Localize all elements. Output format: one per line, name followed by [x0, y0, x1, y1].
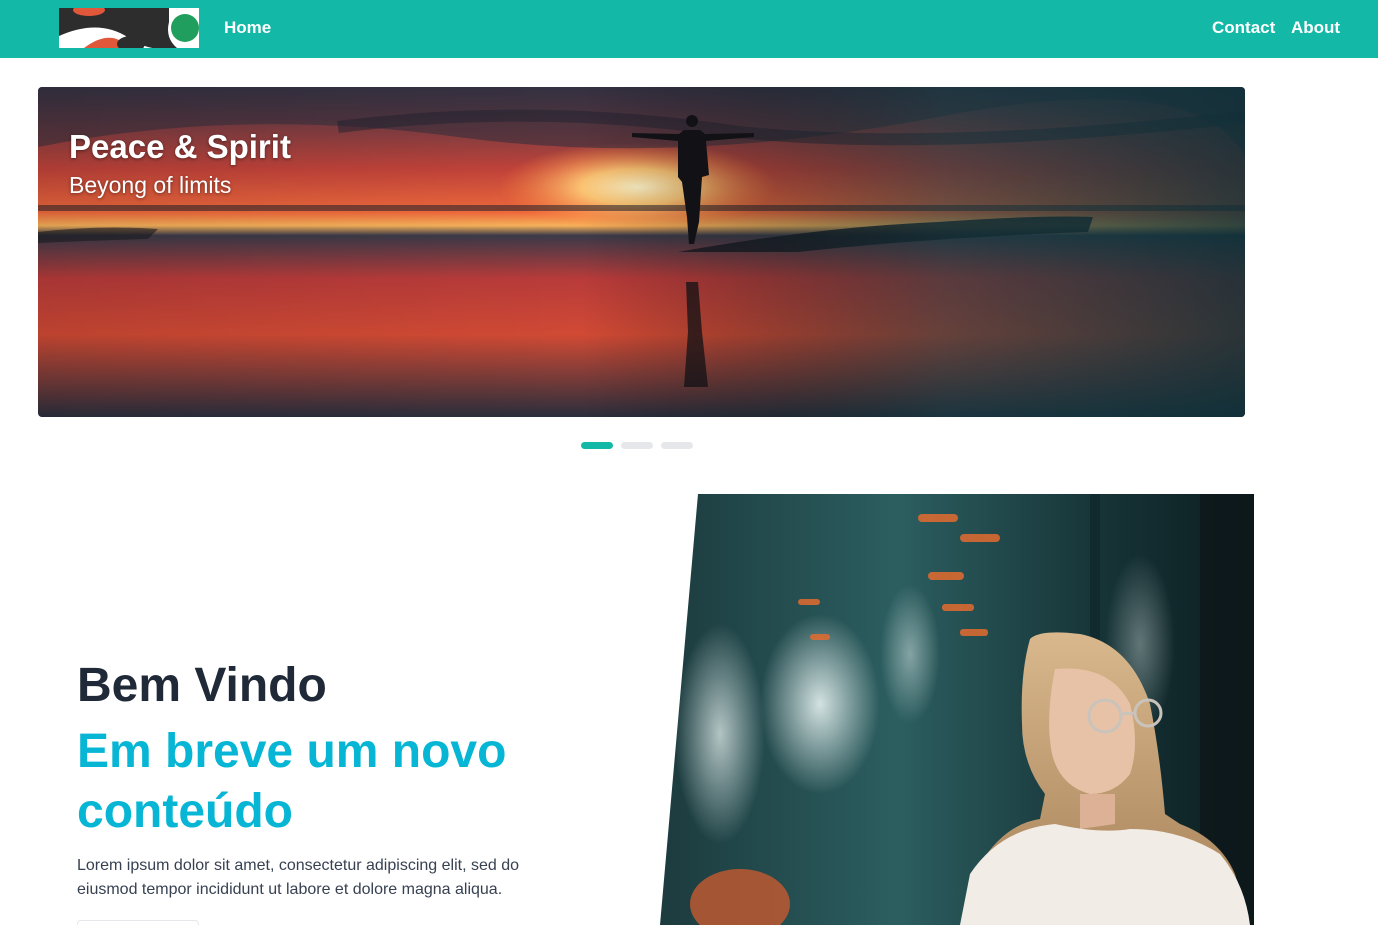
brand-logo[interactable] [59, 8, 199, 48]
slide-subtitle: Beyong of limits [69, 172, 232, 198]
carousel-indicator-2[interactable] [621, 442, 653, 449]
welcome-text: Lorem ipsum dolor sit amet, consectetur … [77, 857, 519, 898]
welcome-subheading: Em breve um novo conteúdo [77, 725, 507, 838]
welcome-heading: Bem Vindo [77, 659, 327, 712]
nav-link-home[interactable]: Home [224, 18, 271, 38]
navbar: Home Contact About [0, 0, 1378, 58]
carousel-indicator-3[interactable] [661, 442, 693, 449]
slide-title: Peace & Spirit [69, 128, 291, 165]
welcome-button[interactable] [77, 920, 199, 925]
carousel-indicators [581, 442, 693, 449]
woman-portrait-image [660, 494, 1254, 925]
carousel-indicator-1[interactable] [581, 442, 613, 449]
hero-carousel[interactable]: Peace & Spirit Beyong of limits [38, 87, 1245, 417]
nav-link-contact[interactable]: Contact [1212, 18, 1275, 38]
nav-link-about[interactable]: About [1291, 18, 1340, 38]
